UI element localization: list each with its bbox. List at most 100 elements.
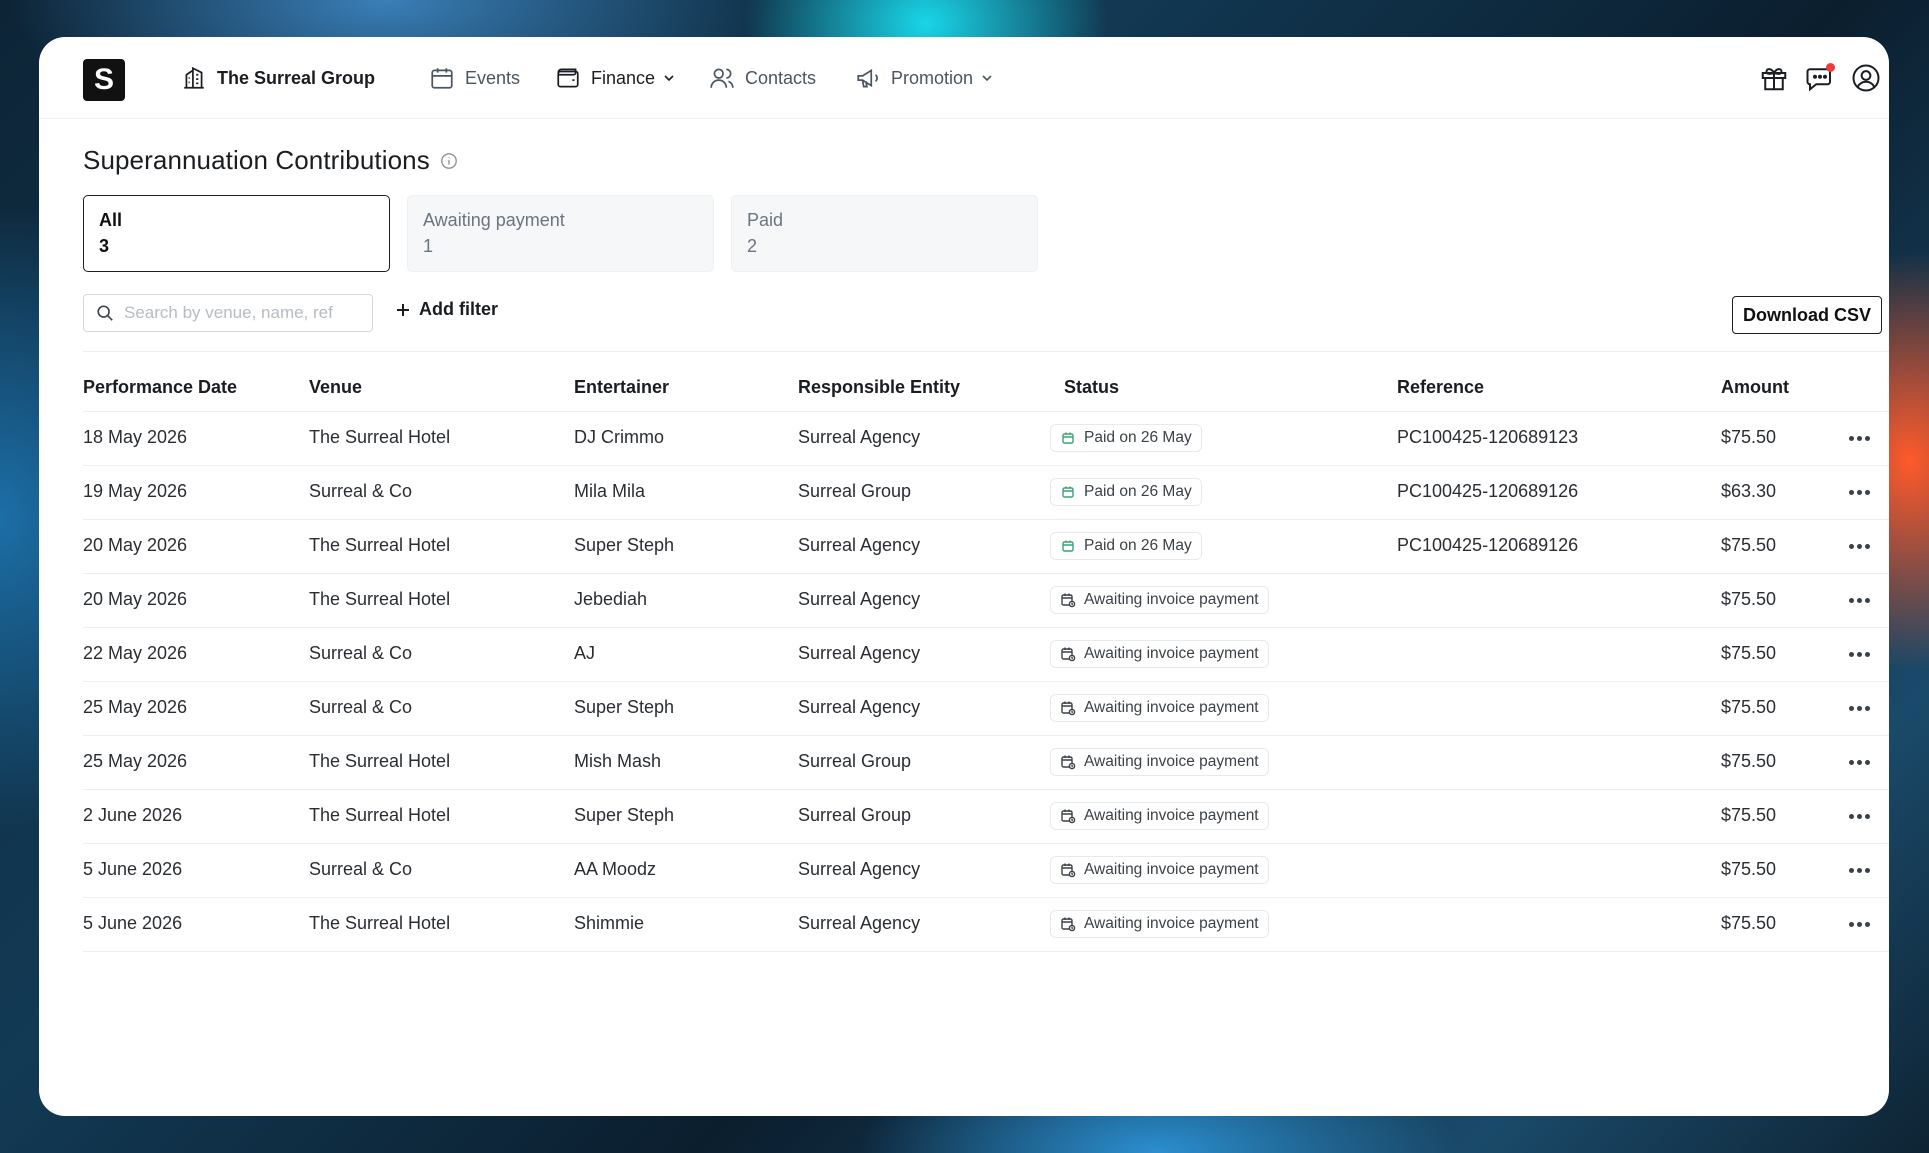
cell-venue: The Surreal Hotel bbox=[309, 427, 451, 447]
table-row[interactable]: 2 June 2026 The Surreal Hotel Super Steph S… bbox=[83, 789, 1889, 843]
add-filter-button[interactable]: Add filter bbox=[395, 299, 498, 320]
table-row[interactable]: 22 May 2026 Surreal & Co AJ Surreal Agency A… bbox=[83, 627, 1889, 681]
nav-finance[interactable]: Finance bbox=[555, 63, 675, 93]
download-csv-button[interactable]: Download CSV bbox=[1732, 296, 1882, 334]
org-name: The Surreal Group bbox=[217, 67, 376, 88]
org-switcher[interactable]: The Surreal Group bbox=[181, 63, 375, 93]
table-row[interactable]: 5 June 2026 Surreal & Co AA Moodz Surreal A… bbox=[83, 843, 1889, 897]
dot bbox=[1864, 705, 1870, 711]
header-responsible-entity[interactable]: Responsible Entity bbox=[798, 377, 960, 398]
megaphone-icon bbox=[857, 68, 878, 88]
table-row[interactable]: 25 May 2026 The Surreal Hotel Mish Mash Sur… bbox=[83, 735, 1889, 789]
tab-paid-label: Paid bbox=[747, 210, 784, 230]
calendar-clock-icon bbox=[1061, 593, 1076, 608]
cell-amount: $75.50 bbox=[1721, 427, 1777, 447]
cell-performance-date: 22 May 2026 bbox=[83, 643, 188, 663]
cell-performance-date: 25 May 2026 bbox=[83, 697, 188, 717]
dot bbox=[1856, 705, 1862, 711]
cell-amount: $75.50 bbox=[1721, 643, 1777, 663]
table-row[interactable]: 19 May 2026 Surreal & Co Mila Mila Surreal … bbox=[83, 465, 1889, 519]
table-row[interactable]: 5 June 2026 The Surreal Hotel Shimmie Surre… bbox=[83, 897, 1889, 951]
cell-amount: $63.30 bbox=[1721, 481, 1777, 501]
dot bbox=[1864, 435, 1870, 441]
calendar-check-icon bbox=[1062, 486, 1074, 498]
gift-button[interactable] bbox=[1759, 63, 1789, 93]
nav-events[interactable]: Events bbox=[429, 63, 520, 93]
cell-entertainer: AJ bbox=[574, 643, 596, 663]
cell-amount: $75.50 bbox=[1721, 535, 1777, 555]
header-venue[interactable]: Venue bbox=[309, 377, 362, 398]
search-input[interactable] bbox=[124, 303, 354, 323]
cell-entertainer: Jebediah bbox=[574, 589, 648, 609]
table-row[interactable]: 20 May 2026 The Surreal Hotel Super Steph S… bbox=[83, 519, 1889, 573]
status-badge: Awaiting invoice payment bbox=[1050, 694, 1269, 722]
cell-entertainer: Mish Mash bbox=[574, 751, 662, 771]
tab-all[interactable]: All 3 bbox=[83, 195, 390, 272]
row-more-button[interactable] bbox=[1845, 480, 1873, 504]
calendar-clock-icon bbox=[1061, 809, 1076, 824]
table-row[interactable]: 20 May 2026 The Surreal Hotel Jebediah Surr… bbox=[83, 573, 1889, 627]
dot bbox=[1848, 489, 1854, 495]
page-title: Superannuation Contributions bbox=[83, 145, 458, 176]
dot bbox=[1848, 597, 1854, 603]
calendar-check-icon bbox=[1062, 540, 1074, 552]
status-text: Paid on 26 May bbox=[1084, 537, 1192, 554]
calendar-check-icon bbox=[1062, 432, 1074, 444]
row-more-button[interactable] bbox=[1845, 912, 1873, 936]
header-performance-date[interactable]: Performance Date bbox=[83, 377, 237, 398]
search-icon bbox=[97, 305, 113, 321]
profile-button[interactable] bbox=[1851, 63, 1881, 93]
dot bbox=[1856, 435, 1862, 441]
cell-performance-date: 20 May 2026 bbox=[83, 589, 188, 609]
cell-entertainer: AA Moodz bbox=[574, 859, 657, 879]
status-badge: Paid on 26 May bbox=[1050, 478, 1202, 506]
wallet-icon bbox=[557, 68, 579, 88]
calendar-clock-icon bbox=[1061, 755, 1076, 770]
cell-responsible-entity: Surreal Group bbox=[798, 751, 912, 771]
dot bbox=[1864, 759, 1870, 765]
header-amount[interactable]: Amount bbox=[1721, 377, 1789, 398]
row-more-button[interactable] bbox=[1845, 588, 1873, 612]
tab-all-label: All bbox=[99, 210, 123, 230]
page-title-text: Superannuation Contributions bbox=[83, 145, 430, 175]
dot bbox=[1856, 597, 1862, 603]
tab-all-count: 3 bbox=[99, 236, 110, 256]
add-filter-label: Add filter bbox=[419, 299, 498, 319]
messages-button[interactable] bbox=[1805, 63, 1835, 93]
info-icon[interactable] bbox=[440, 152, 458, 170]
row-more-button[interactable] bbox=[1845, 426, 1873, 450]
header-reference[interactable]: Reference bbox=[1397, 377, 1484, 398]
status-text: Awaiting invoice payment bbox=[1084, 915, 1259, 932]
row-more-button[interactable] bbox=[1845, 642, 1873, 666]
row-more-button[interactable] bbox=[1845, 696, 1873, 720]
status-badge: Awaiting invoice payment bbox=[1050, 586, 1269, 614]
dot bbox=[1856, 759, 1862, 765]
row-more-button[interactable] bbox=[1845, 534, 1873, 558]
nav-contacts[interactable]: Contacts bbox=[709, 63, 816, 93]
chevron-down-icon bbox=[982, 75, 992, 82]
dot bbox=[1856, 867, 1862, 873]
cell-reference: PC100425-120689123 bbox=[1397, 427, 1579, 447]
table-row[interactable]: 25 May 2026 Surreal & Co Super Steph Surrea… bbox=[83, 681, 1889, 735]
divider bbox=[83, 351, 1889, 352]
dot bbox=[1848, 813, 1854, 819]
row-more-button[interactable] bbox=[1845, 750, 1873, 774]
row-more-button[interactable] bbox=[1845, 804, 1873, 828]
table-row[interactable]: 18 May 2026 The Surreal Hotel DJ Crimmo Sur… bbox=[83, 411, 1889, 465]
status-badge: Awaiting invoice payment bbox=[1050, 856, 1269, 884]
tab-awaiting-payment[interactable]: Awaiting payment 1 bbox=[407, 195, 714, 272]
tab-paid[interactable]: Paid 2 bbox=[731, 195, 1038, 272]
nav-promotion[interactable]: Promotion bbox=[855, 63, 993, 93]
dot bbox=[1864, 651, 1870, 657]
header-status[interactable]: Status bbox=[1064, 377, 1119, 398]
cell-responsible-entity: Surreal Group bbox=[798, 805, 912, 825]
row-more-button[interactable] bbox=[1845, 858, 1873, 882]
status-text: Awaiting invoice payment bbox=[1084, 807, 1259, 824]
header-entertainer[interactable]: Entertainer bbox=[574, 377, 669, 398]
cell-entertainer: DJ Crimmo bbox=[574, 427, 664, 447]
cell-responsible-entity: Surreal Agency bbox=[798, 859, 921, 879]
status-text: Awaiting invoice payment bbox=[1084, 753, 1259, 770]
cell-entertainer: Super Steph bbox=[574, 697, 675, 717]
brand-logo[interactable]: S bbox=[83, 59, 125, 101]
cell-amount: $75.50 bbox=[1721, 859, 1777, 879]
